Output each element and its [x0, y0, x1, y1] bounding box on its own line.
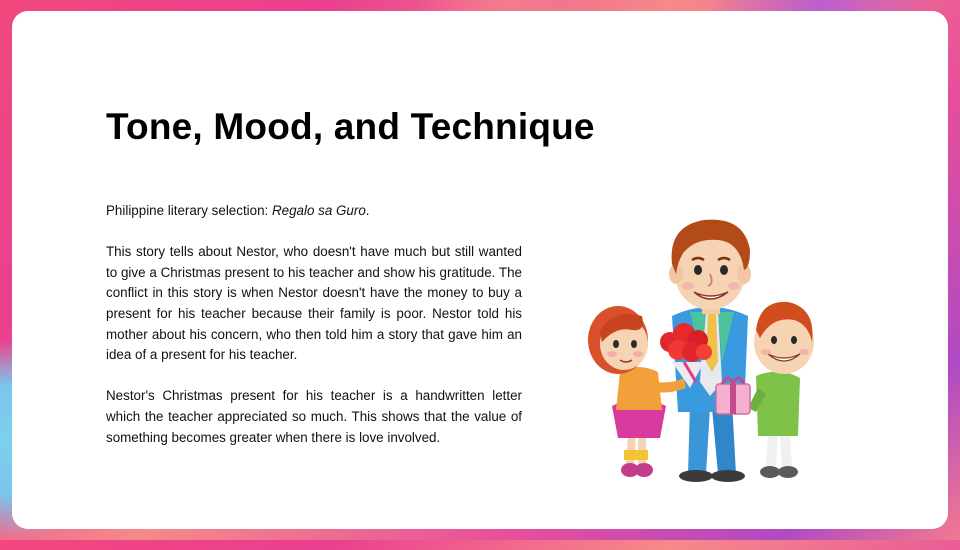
- slide-body: Philippine literary selection: Regalo sa…: [106, 201, 522, 448]
- intro-label: Philippine literary selection:: [106, 203, 272, 218]
- slide-title: Tone, Mood, and Technique: [106, 106, 595, 147]
- story-conclusion-paragraph: Nestor's Christmas present for his teach…: [106, 388, 522, 445]
- intro-end: .: [365, 203, 370, 218]
- intro-line: Philippine literary selection: Regalo sa…: [106, 201, 522, 222]
- teacher-and-children-illustration: [588, 219, 814, 482]
- gift-box: [715, 376, 751, 415]
- girl-figure: [588, 306, 686, 477]
- boy-figure: [748, 301, 814, 478]
- story-summary-paragraph: This story tells about Nestor, who doesn…: [106, 244, 522, 363]
- selection-title: Regalo sa Guro: [271, 203, 366, 218]
